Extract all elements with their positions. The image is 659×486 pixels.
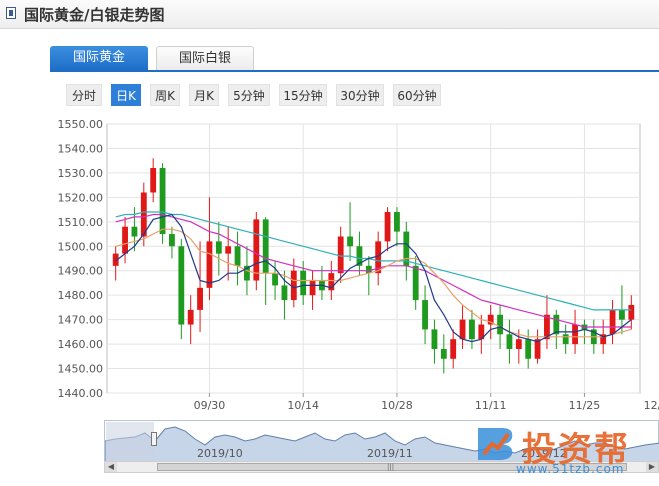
candle-body (384, 212, 391, 242)
candle-body (450, 339, 457, 359)
candle-body (215, 241, 222, 254)
candle-body (234, 246, 241, 266)
scroll-grip-icon: ||| (387, 463, 395, 471)
candle-body (506, 334, 513, 349)
y-tick-label: 1460.00 (58, 338, 104, 351)
candle-body (515, 339, 522, 349)
candle-body (440, 348, 447, 359)
candle-body (497, 314, 503, 335)
candle-body (459, 319, 466, 340)
candle-body (337, 236, 344, 274)
x-tick-label: 12/09 (644, 399, 659, 412)
period-button-15min[interactable]: 15分钟 (279, 84, 327, 106)
candle-body (272, 273, 278, 286)
navigator-label: 2019/10 (197, 447, 243, 460)
y-tick-label: 1540.00 (58, 142, 104, 155)
candle-body (197, 287, 203, 310)
window-header: 国际黄金/白银走势图 (0, 0, 659, 29)
candle-body (347, 236, 353, 247)
x-tick-label: 11/25 (569, 399, 601, 412)
y-tick-label: 1520.00 (58, 191, 104, 204)
candle-body (262, 219, 269, 274)
candle-body (572, 324, 578, 345)
candle-body (300, 270, 307, 296)
page-title: 国际黄金/白银走势图 (24, 6, 165, 24)
candle-body (309, 280, 316, 296)
candle-body (131, 226, 138, 237)
y-tick-label: 1490.00 (58, 265, 104, 278)
x-tick-label: 10/28 (381, 399, 413, 412)
logo-mark-icon (478, 428, 513, 460)
candle-body (187, 309, 194, 325)
y-tick-label: 1440.00 (58, 387, 104, 400)
period-button-60min[interactable]: 60分钟 (393, 84, 441, 106)
candle-body (290, 270, 297, 301)
candle-body (178, 246, 185, 325)
period-button-monthly[interactable]: 月K (189, 84, 219, 106)
scroll-left-arrow-icon[interactable]: ◀ (105, 462, 117, 472)
candle-body (394, 212, 400, 232)
candle-body (281, 285, 288, 301)
y-tick-label: 1530.00 (58, 167, 104, 180)
period-button-weekly[interactable]: 周K (150, 84, 180, 106)
candle-body (469, 319, 475, 340)
candle-body (431, 329, 438, 349)
candle-body (628, 304, 635, 320)
candle-body (159, 168, 166, 235)
period-button-daily[interactable]: 日K (111, 84, 141, 106)
candle-body (609, 309, 616, 335)
candlestick-chart: 1440.00 1450.00 1460.00 1470.00 1480.00 1490.… (58, 118, 659, 412)
candle-body (562, 334, 569, 345)
candle-body (619, 309, 625, 320)
x-tick-label: 10/14 (287, 399, 319, 412)
candle-body (525, 339, 532, 359)
period-button-timeshare[interactable]: 分时 (66, 84, 102, 106)
y-tick-label: 1550.00 (58, 118, 104, 131)
period-button-30min[interactable]: 30分钟 (336, 84, 384, 106)
candle-body (150, 168, 157, 193)
x-tick-label: 09/30 (194, 399, 226, 412)
y-tick-label: 1450.00 (58, 363, 104, 376)
candle-body (169, 234, 175, 247)
y-tick-label: 1470.00 (58, 314, 104, 327)
y-tick-label: 1480.00 (58, 289, 104, 302)
navigator-unselected-shade (106, 422, 154, 461)
candle-body (253, 219, 260, 281)
plot-area (106, 123, 641, 394)
tab-silver[interactable]: 国际白银 (156, 46, 254, 70)
navigator-label: 2019/11 (367, 447, 413, 460)
tab-underline (50, 70, 659, 72)
chart-box-icon (6, 7, 16, 19)
period-button-5min[interactable]: 5分钟 (228, 84, 270, 106)
logo-url: www.51tzb.com (516, 462, 625, 476)
watermark-logo: 投资帮 www.51tzb.com (470, 420, 659, 484)
candle-body (412, 265, 419, 301)
y-tick-label: 1510.00 (58, 216, 104, 229)
navigator-left-handle[interactable] (151, 432, 157, 446)
x-tick-label: 11/11 (475, 399, 507, 412)
candle-body (225, 246, 232, 254)
y-tick-label: 1500.00 (58, 240, 104, 253)
candle-body (206, 241, 213, 288)
candle-body (122, 226, 128, 254)
tab-gold[interactable]: 国际黄金 (50, 46, 148, 70)
candle-body (422, 300, 428, 330)
